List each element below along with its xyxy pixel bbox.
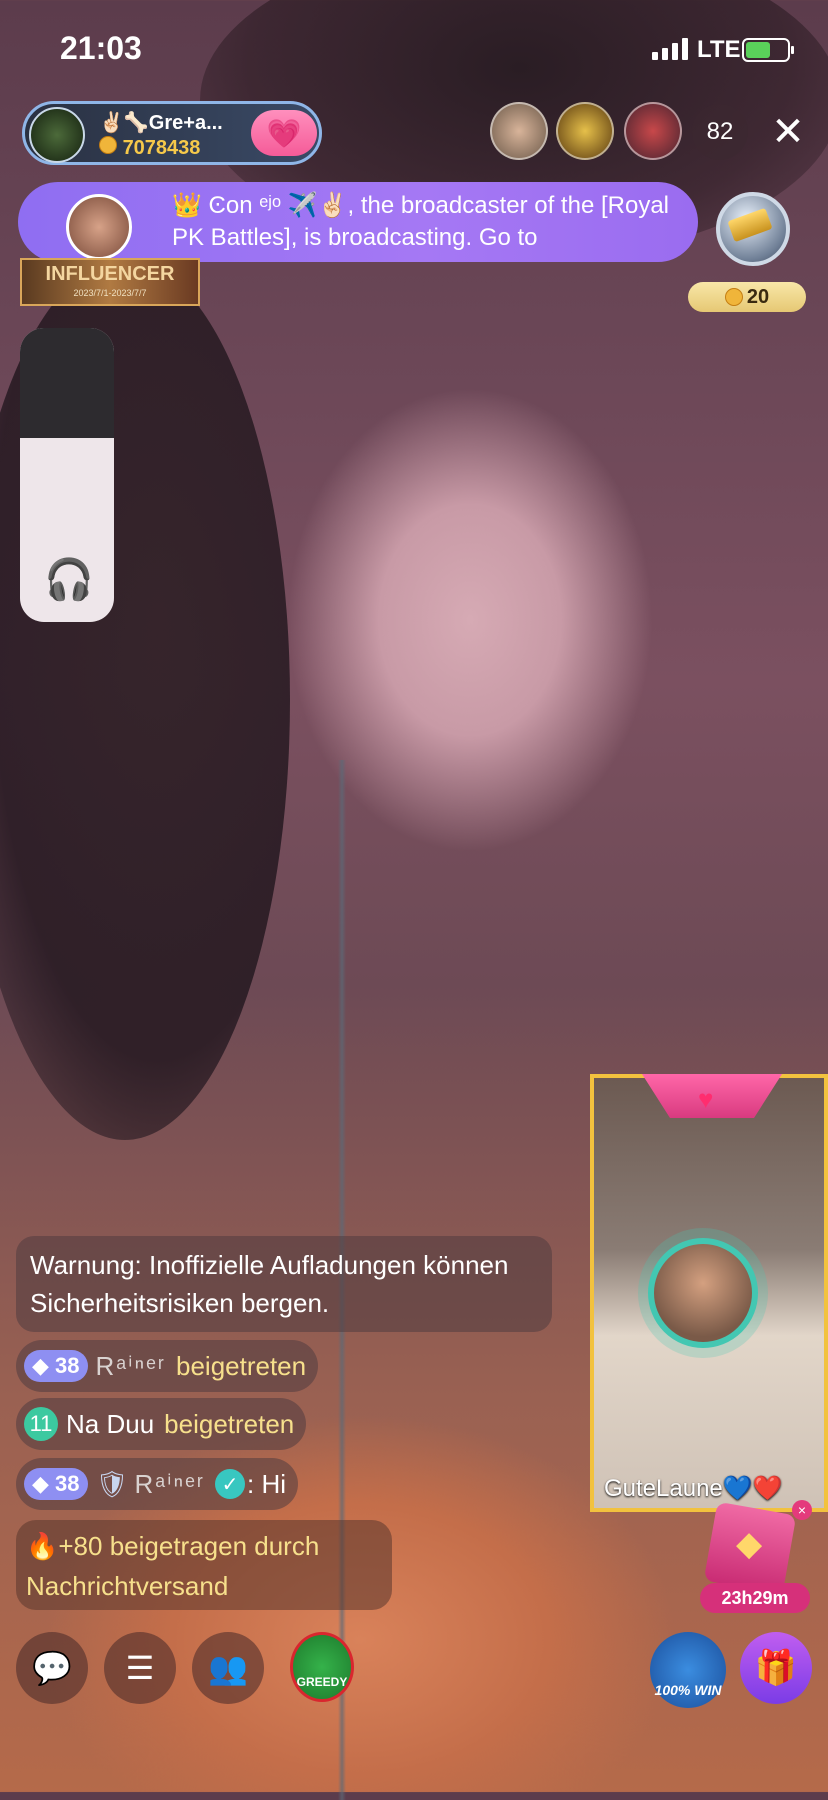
pk-guest-name: GuteLaune💙❤️ bbox=[604, 1475, 783, 1502]
fire-icon: 🔥 bbox=[26, 1531, 59, 1561]
host-coins-value: 7078438 bbox=[122, 137, 201, 159]
greedy-game-button[interactable]: GREEDY bbox=[290, 1632, 354, 1702]
banner-text: 👑 Ͼon ᵉʲᵒ ✈️✌🏻, the broadcaster of the [… bbox=[172, 192, 669, 251]
host-coins: 7078438 bbox=[99, 136, 200, 160]
pk-guest-video[interactable]: ♥ GuteLaune💙❤️ bbox=[590, 1074, 828, 1512]
follow-button[interactable]: 💗 bbox=[251, 110, 317, 156]
signal-icon bbox=[652, 38, 688, 60]
close-icon[interactable]: ✕ bbox=[768, 112, 808, 152]
chat-button[interactable]: 💬 bbox=[16, 1632, 88, 1704]
coin-icon bbox=[99, 136, 117, 154]
gem-icon: ◆ bbox=[736, 1525, 763, 1563]
rank-medal-icon[interactable] bbox=[702, 184, 796, 278]
viewer-count[interactable]: 82 bbox=[692, 104, 748, 160]
network-label: LTE bbox=[697, 36, 741, 63]
rank-reward-value: 20 bbox=[746, 285, 770, 308]
level-badge: ◆ 38 bbox=[24, 1468, 88, 1500]
level-value: 38 bbox=[55, 1471, 80, 1496]
influencer-badge[interactable]: INFLUENCER 2023/7/1-2023/7/7 bbox=[20, 258, 200, 306]
menu-icon: ☰ bbox=[125, 1650, 155, 1686]
rank-reward[interactable]: 20 bbox=[688, 282, 806, 312]
win-game-button[interactable]: 100% WIN bbox=[650, 1632, 726, 1708]
chat-message[interactable]: ◆ 38 🛡 Rᵃⁱⁿᵉʳ ✓ : Hi bbox=[16, 1458, 299, 1510]
host-avatar[interactable] bbox=[29, 107, 85, 163]
influencer-title: INFLUENCER bbox=[45, 263, 175, 285]
users-icon: 👥 bbox=[208, 1650, 248, 1686]
gift-icon: 🎁 bbox=[754, 1649, 798, 1687]
influencer-date: 2023/7/1-2023/7/7 bbox=[73, 288, 147, 298]
chat-username[interactable]: Rᵃⁱⁿᵉʳ bbox=[96, 1351, 166, 1382]
guests-button[interactable]: 👥 bbox=[192, 1632, 264, 1704]
contribution-text: +80 beigetragen durch Nachrichtversand bbox=[26, 1531, 320, 1601]
status-bar: 21:03 LTE bbox=[0, 0, 828, 96]
close-icon[interactable]: × bbox=[792, 1500, 812, 1520]
earbuds-icon: 🎧 bbox=[44, 558, 94, 602]
greedy-label: GREEDY bbox=[296, 1675, 348, 1689]
viewer-avatar[interactable] bbox=[624, 102, 682, 160]
broadcast-banner[interactable]: 👑 Ͼon ᵉʲᵒ ✈️✌🏻, the broadcaster of the [… bbox=[18, 182, 698, 262]
chat-text: beigetreten bbox=[164, 1408, 295, 1439]
win-label: 100% WIN bbox=[654, 1682, 722, 1698]
chat-warning: Warnung: Inoffizielle Aufladungen können… bbox=[16, 1236, 552, 1332]
shield-badge-icon: 🛡 bbox=[95, 1468, 129, 1499]
chat-username[interactable]: Rᵃⁱⁿᵉʳ bbox=[135, 1469, 205, 1500]
coin-icon bbox=[724, 288, 743, 306]
level-badge: ◆ 38 bbox=[24, 1350, 88, 1382]
chat-text: : Hi bbox=[247, 1468, 287, 1499]
viewer-avatar[interactable] bbox=[556, 102, 614, 160]
heart-icon: ♥ bbox=[698, 1084, 714, 1114]
battery-icon bbox=[742, 38, 794, 62]
lucky-card-timer: 23h29m bbox=[700, 1583, 810, 1613]
gift-button[interactable]: 🎁 bbox=[740, 1632, 812, 1704]
chat-username[interactable]: Na Duu bbox=[66, 1409, 154, 1440]
chat-message[interactable]: 11 Na Duu beigetreten bbox=[16, 1398, 307, 1450]
level-badge: 11 bbox=[24, 1407, 58, 1441]
chat-message[interactable]: ◆ 38 Rᵃⁱⁿᵉʳ beigetreten bbox=[16, 1340, 319, 1392]
heart-plus-icon: 💗 bbox=[266, 117, 302, 149]
verified-icon: ✓ bbox=[215, 1469, 246, 1499]
level-value: 38 bbox=[55, 1353, 80, 1378]
host-info[interactable]: ✌🏻🦴Gre+a... 7078438 💗 bbox=[22, 101, 322, 165]
chat-bubble-icon: 💬 bbox=[32, 1650, 72, 1686]
host-name: ✌🏻🦴Gre+a... bbox=[99, 112, 223, 134]
viewer-avatar[interactable] bbox=[490, 102, 548, 160]
pk-guest-avatar[interactable] bbox=[648, 1238, 758, 1348]
audio-volume-slider[interactable]: 🎧 bbox=[20, 328, 114, 622]
status-time: 21:03 bbox=[60, 30, 142, 66]
contribution-notice: 🔥+80 beigetragen durch Nachrichtversand bbox=[16, 1520, 392, 1610]
chat-text: beigetreten bbox=[176, 1350, 307, 1381]
menu-button[interactable]: ☰ bbox=[104, 1632, 176, 1704]
